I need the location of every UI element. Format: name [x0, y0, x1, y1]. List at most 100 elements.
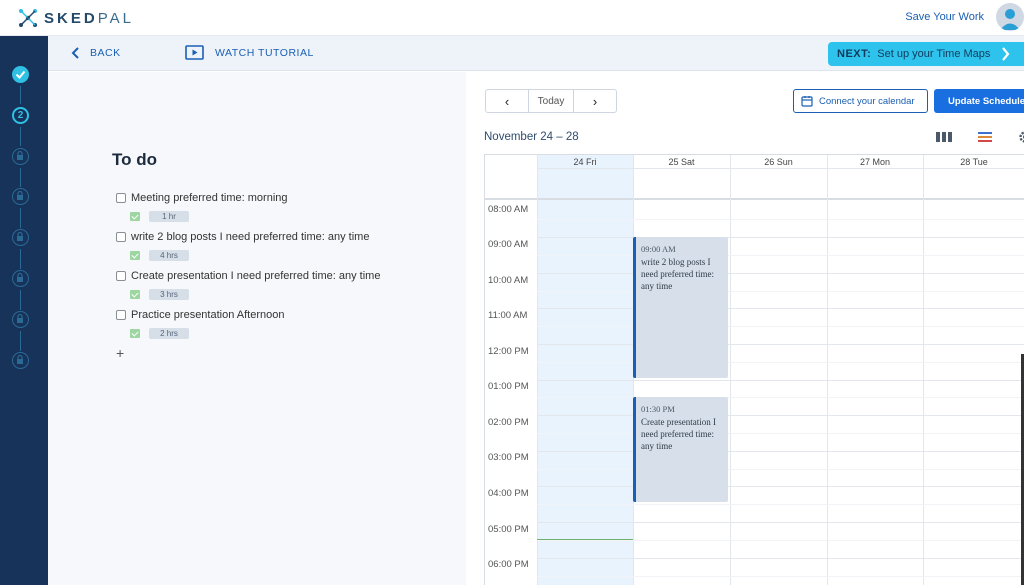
week-grid: 24 Fri 25 Sat 26 Sun 27 Mon 28 Tue 08:00: [484, 154, 1024, 585]
half-hour-line: [537, 362, 1024, 363]
half-hour-line: [537, 504, 1024, 505]
step-8-locked: [12, 352, 29, 369]
next-prefix: NEXT:: [837, 48, 872, 60]
task-meta: 2 hrs: [130, 328, 189, 339]
task-meta: 3 hrs: [130, 289, 189, 300]
current-time-indicator: [537, 539, 633, 540]
half-hour-line: [537, 291, 1024, 292]
check-icon: [15, 70, 26, 79]
time-label: 08:00 AM: [488, 204, 529, 215]
brand-name: SKEDPAL: [44, 9, 134, 27]
connect-calendar-button[interactable]: Connect your calendar: [793, 89, 928, 113]
day-header[interactable]: 28 Tue: [923, 155, 1024, 169]
update-schedule-button[interactable]: Update Schedule: [934, 89, 1024, 113]
save-work-link[interactable]: Save Your Work: [905, 11, 984, 23]
duration-badge[interactable]: 4 hrs: [149, 250, 189, 261]
hour-line: [537, 451, 1024, 452]
calendar-event[interactable]: 09:00 AM write 2 blog posts I need prefe…: [633, 237, 728, 378]
user-avatar[interactable]: [996, 3, 1024, 31]
prev-week-button[interactable]: ‹: [486, 90, 528, 112]
hour-line: [537, 237, 1024, 238]
calendar-panel: ‹ Today › Connect your calendar Update S…: [466, 72, 1024, 585]
task-label: Practice presentation Afternoon: [131, 309, 285, 321]
step-1-complete[interactable]: [12, 66, 29, 83]
step-3-locked: [12, 148, 29, 165]
step-2-active[interactable]: 2: [12, 107, 29, 124]
step-connector: [20, 331, 21, 351]
task-meta: 4 hrs: [130, 250, 189, 261]
date-range-label: November 24 – 28: [484, 131, 579, 143]
duration-badge[interactable]: 1 hr: [149, 211, 189, 222]
lock-icon: [17, 231, 23, 241]
task-checkbox[interactable]: [116, 310, 126, 320]
task-checkbox[interactable]: [116, 271, 126, 281]
calendar-event[interactable]: 01:30 PM Create presentation I need pref…: [633, 397, 728, 502]
task-label: Create presentation I need preferred tim…: [131, 270, 381, 282]
task-checkbox[interactable]: [116, 232, 126, 242]
logo-icon: [19, 9, 37, 27]
day-header[interactable]: 26 Sun: [730, 155, 827, 169]
today-button[interactable]: Today: [528, 90, 574, 112]
task-checkbox[interactable]: [116, 193, 126, 203]
duration-badge[interactable]: 2 hrs: [149, 328, 189, 339]
hour-line: [537, 522, 1024, 523]
half-hour-line: [537, 469, 1024, 470]
lock-icon: [17, 354, 23, 364]
time-label: 02:00 PM: [488, 417, 529, 428]
duration-badge[interactable]: 3 hrs: [149, 289, 189, 300]
time-label: 03:00 PM: [488, 452, 529, 463]
step-connector: [20, 249, 21, 269]
all-day-row[interactable]: [485, 170, 1024, 200]
add-task-button[interactable]: +: [116, 345, 124, 361]
time-label: 11:00 AM: [488, 310, 528, 321]
task-meta: 1 hr: [130, 211, 189, 222]
gear-icon[interactable]: [1018, 130, 1024, 144]
time-label: 12:00 PM: [488, 346, 529, 357]
task-item[interactable]: Create presentation I need preferred tim…: [116, 270, 380, 282]
step-connector: [20, 127, 21, 146]
back-button[interactable]: BACK: [70, 46, 121, 60]
half-hour-line: [537, 255, 1024, 256]
next-step-button[interactable]: NEXT: Set up your Time Maps: [828, 42, 1024, 66]
half-hour-line: [537, 540, 1024, 541]
skedpal-logo[interactable]: SKEDPAL: [18, 8, 134, 28]
schedule-check-icon: [130, 290, 140, 299]
hour-line: [537, 415, 1024, 416]
user-icon: [1000, 9, 1020, 30]
lock-icon: [17, 190, 23, 200]
lock-icon: [17, 272, 23, 282]
day-header[interactable]: 24 Fri: [537, 155, 633, 169]
hour-line: [537, 558, 1024, 559]
half-hour-line: [537, 576, 1024, 577]
list-view-icon[interactable]: [978, 131, 992, 143]
schedule-check-icon: [130, 251, 140, 260]
day-header[interactable]: 27 Mon: [827, 155, 923, 169]
half-hour-line: [537, 219, 1024, 220]
task-item[interactable]: Meeting preferred time: morning: [116, 192, 288, 204]
date-navigation: ‹ Today ›: [485, 89, 617, 113]
step-5-locked: [12, 229, 29, 246]
chevron-left-icon: [71, 47, 79, 59]
step-7-locked: [12, 311, 29, 328]
task-item[interactable]: Practice presentation Afternoon: [116, 309, 284, 321]
task-label: write 2 blog posts I need preferred time…: [131, 231, 370, 243]
time-label: 09:00 AM: [488, 239, 529, 250]
lock-icon: [17, 150, 23, 160]
time-label: 10:00 AM: [488, 275, 529, 286]
day-header[interactable]: 25 Sat: [633, 155, 730, 169]
top-bar: SKEDPAL Save Your Work: [0, 0, 1024, 36]
event-time: 09:00 AM: [641, 244, 676, 254]
todo-panel: To do Meeting preferred time: morning 1 …: [48, 72, 466, 585]
watch-tutorial-button[interactable]: WATCH TUTORIAL: [185, 45, 314, 60]
step-connector: [20, 290, 21, 310]
hour-line: [537, 344, 1024, 345]
event-title: Create presentation I need preferred tim…: [641, 417, 716, 451]
time-label: 06:00 PM: [488, 559, 529, 570]
columns-view-icon[interactable]: [936, 131, 952, 143]
event-title: write 2 blog posts I need preferred time…: [641, 257, 714, 291]
task-item[interactable]: write 2 blog posts I need preferred time…: [116, 231, 369, 243]
tutorial-label: WATCH TUTORIAL: [215, 46, 314, 59]
next-week-button[interactable]: ›: [574, 90, 616, 112]
onboarding-steps-sidebar: 2: [0, 36, 48, 585]
hour-line: [537, 380, 1024, 381]
